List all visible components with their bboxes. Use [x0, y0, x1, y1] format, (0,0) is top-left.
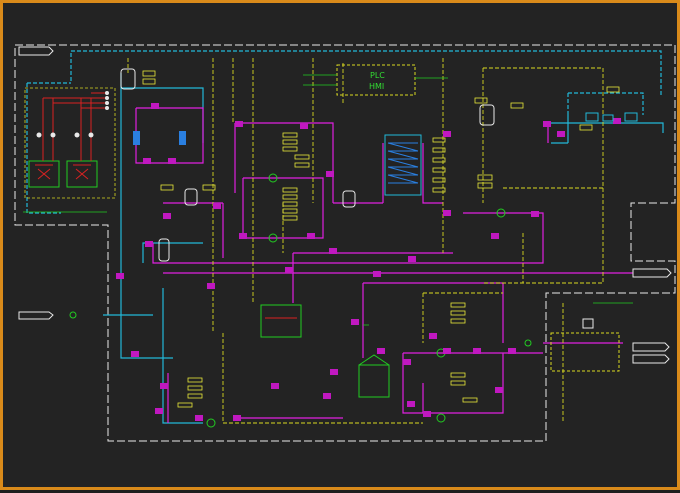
chiller-red-lines [35, 92, 107, 180]
storage-tank [260, 304, 302, 338]
control-box-sensor [582, 318, 594, 329]
green-signal-lines [23, 211, 633, 326]
filter-right [179, 131, 186, 145]
hmi-label: HMI [369, 82, 384, 91]
vessel-symbols [120, 68, 495, 262]
filter-left [133, 131, 140, 145]
chiller-frame [24, 87, 116, 199]
cyan-dashed-loop [26, 50, 662, 214]
plate-heat-exchanger [384, 134, 422, 196]
control-box [550, 332, 620, 372]
reaction-tank [358, 364, 390, 398]
yellow-control-lines [127, 58, 604, 424]
pid-diagram: PLC HMI [14, 44, 676, 442]
drawing-border [14, 44, 676, 442]
plc-label: PLC [370, 71, 385, 80]
pump-symbols [69, 173, 532, 428]
magenta-tags [116, 103, 621, 421]
drawing-frame: PLC HMI [0, 0, 680, 490]
right-valves [585, 112, 638, 122]
